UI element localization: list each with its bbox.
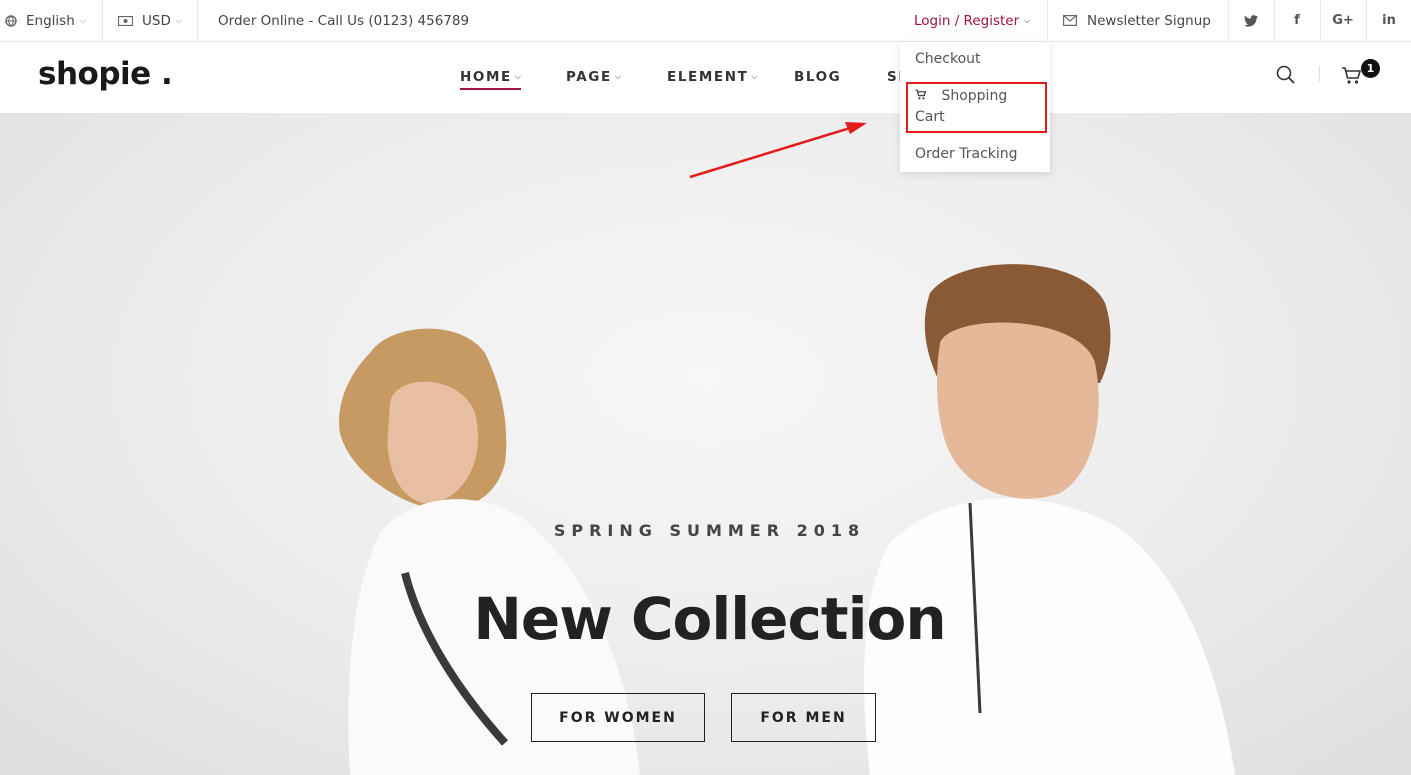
nav-page-label: PAGE [566, 69, 612, 85]
chevron-down-icon: ⌵ [514, 72, 521, 81]
chevron-down-icon: ⌵ [1024, 15, 1031, 25]
nav-home[interactable]: HOME ⌵ [460, 69, 521, 90]
twitter-icon[interactable] [1228, 0, 1274, 41]
currency-label: USD [142, 12, 171, 29]
globe-icon [5, 14, 17, 27]
language-label: English [26, 12, 75, 29]
for-women-button[interactable]: FOR WOMEN [531, 693, 705, 742]
chevron-down-icon: ⌵ [175, 15, 182, 25]
chevron-down-icon: ⌵ [751, 72, 758, 81]
money-icon [118, 15, 133, 26]
newsletter-label: Newsletter Signup [1087, 12, 1211, 29]
nav-element[interactable]: ELEMENT ⌵ [667, 69, 758, 85]
nav-element-label: ELEMENT [667, 69, 749, 85]
for-men-button[interactable]: FOR MEN [731, 693, 876, 742]
logo[interactable]: shopie . [38, 56, 173, 92]
cart-icon[interactable] [1341, 64, 1363, 86]
dropdown-item-checkout[interactable]: Checkout [915, 49, 981, 70]
chevron-down-icon: ⌵ [614, 72, 621, 81]
language-selector[interactable]: English ⌵ [5, 0, 86, 41]
hero-subtitle: SPRING SUMMER 2018 [553, 521, 866, 540]
facebook-icon[interactable]: f [1274, 0, 1320, 41]
annotation-highlight-box [906, 82, 1047, 133]
nav-home-label: HOME [460, 69, 512, 85]
nav-page[interactable]: PAGE ⌵ [566, 69, 621, 85]
currency-selector[interactable]: USD ⌵ [118, 0, 182, 41]
nav-blog-label: BLOG [794, 69, 842, 85]
top-bar: English ⌵ USD ⌵ Order Online - Call Us (… [0, 0, 1411, 42]
linkedin-icon[interactable]: in [1366, 0, 1411, 41]
cart-count-badge: 1 [1361, 59, 1380, 78]
main-header: shopie . HOME ⌵ PAGE ⌵ ELEMENT ⌵ BLOG SH… [0, 42, 1411, 113]
login-register-label: Login / Register [914, 12, 1020, 29]
login-register-link[interactable]: Login / Register ⌵ [914, 0, 1030, 41]
envelope-icon [1063, 15, 1077, 26]
chevron-down-icon: ⌵ [79, 15, 86, 25]
header-divider [1319, 66, 1320, 82]
nav-blog[interactable]: BLOG [794, 69, 841, 85]
order-phone-text: Order Online - Call Us (0123) 456789 [218, 12, 470, 29]
dropdown-item-order-tracking[interactable]: Order Tracking [915, 144, 1018, 165]
hero-banner: SPRING SUMMER 2018 New Collection FOR WO… [0, 113, 1411, 775]
google-plus-icon[interactable]: G+ [1320, 0, 1366, 41]
search-icon[interactable] [1275, 64, 1297, 86]
newsletter-signup-link[interactable]: Newsletter Signup [1063, 0, 1211, 41]
hero-title: New Collection [473, 585, 946, 653]
